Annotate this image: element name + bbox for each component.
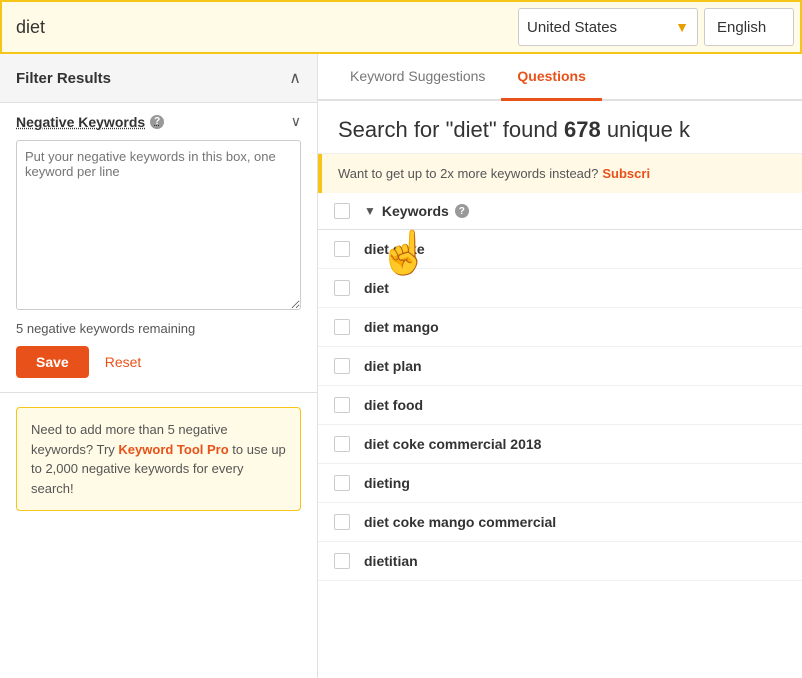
neg-kw-header: Negative Keywords ? ∨ (16, 113, 301, 130)
keyword-cell: dietitian (364, 553, 786, 569)
reset-button[interactable]: Reset (105, 354, 142, 370)
table-row: diet coke ☝️ (318, 230, 802, 269)
row-checkbox[interactable] (334, 358, 350, 374)
row-checkbox[interactable] (334, 319, 350, 335)
row-checkbox[interactable] (334, 397, 350, 413)
sort-icon[interactable]: ▼ (364, 204, 376, 218)
keyword-text: dieting (364, 475, 410, 491)
keyword-cell: diet (364, 280, 786, 296)
sidebar: Filter Results ∧ Negative Keywords ? ∨ 5… (0, 54, 318, 678)
results-text-before: Search for "diet" found (338, 117, 564, 142)
header-checkbox[interactable] (334, 203, 350, 219)
table-row: dieting (318, 464, 802, 503)
neg-kw-help-icon[interactable]: ? (150, 115, 164, 129)
keyword-text: dietitian (364, 553, 418, 569)
row-checkbox-col (334, 553, 364, 569)
row-checkbox[interactable] (334, 475, 350, 491)
keyword-text: diet coke (364, 241, 425, 257)
row-checkbox-col (334, 319, 364, 335)
promo-link[interactable]: Keyword Tool Pro (118, 442, 228, 457)
table-row: diet (318, 269, 802, 308)
subscribe-link[interactable]: Subscri (602, 166, 650, 181)
subscribe-text: Want to get up to 2x more keywords inste… (338, 166, 598, 181)
country-select[interactable]: United States ▼ (518, 8, 698, 46)
keyword-cell: diet mango (364, 319, 786, 335)
keyword-cell: dieting (364, 475, 786, 491)
keyword-cell: diet coke (364, 241, 786, 257)
row-checkbox[interactable] (334, 241, 350, 257)
keywords-header-label: Keywords (382, 203, 449, 219)
search-input[interactable]: diet (8, 13, 512, 42)
keyword-text: diet mango (364, 319, 439, 335)
row-checkbox[interactable] (334, 280, 350, 296)
table-row: dietitian (318, 542, 802, 581)
table-row: diet food (318, 386, 802, 425)
row-checkbox-col (334, 397, 364, 413)
results-count: 678 (564, 117, 601, 142)
row-checkbox[interactable] (334, 553, 350, 569)
row-checkbox-col (334, 280, 364, 296)
main-layout: Filter Results ∧ Negative Keywords ? ∨ 5… (0, 54, 802, 678)
country-label: United States (527, 19, 669, 36)
button-row: Save Reset (16, 346, 301, 378)
table-row: diet mango (318, 308, 802, 347)
row-checkbox[interactable] (334, 514, 350, 530)
promo-box: Need to add more than 5 negative keyword… (16, 407, 301, 511)
table-header-row: ▼ Keywords ? (318, 193, 802, 230)
results-header: Search for "diet" found 678 unique k (318, 101, 802, 154)
row-checkbox[interactable] (334, 436, 350, 452)
table-row: diet coke mango commercial (318, 503, 802, 542)
keyword-cell: diet food (364, 397, 786, 413)
content-area: Keyword Suggestions Questions Search for… (318, 54, 802, 678)
filter-results-title: Filter Results (16, 70, 111, 87)
tab-keyword-suggestions[interactable]: Keyword Suggestions (334, 54, 501, 101)
neg-kw-textarea[interactable] (16, 140, 301, 310)
top-bar: diet United States ▼ English (0, 0, 802, 54)
header-keyword-col: ▼ Keywords ? (364, 203, 786, 219)
keyword-text: diet plan (364, 358, 422, 374)
subscribe-banner: Want to get up to 2x more keywords inste… (318, 154, 802, 193)
keyword-cell: diet coke commercial 2018 (364, 436, 786, 452)
keyword-cell: diet coke mango commercial (364, 514, 786, 530)
table-row: diet plan (318, 347, 802, 386)
header-checkbox-col (334, 203, 364, 219)
filter-results-header[interactable]: Filter Results ∧ (0, 54, 317, 103)
row-checkbox-col (334, 436, 364, 452)
row-checkbox-col (334, 358, 364, 374)
neg-kw-title: Negative Keywords ? (16, 114, 164, 130)
dropdown-arrow-icon: ▼ (675, 19, 689, 35)
tabs-row: Keyword Suggestions Questions (318, 54, 802, 101)
keywords-table: ▼ Keywords ? diet coke ☝️ (318, 193, 802, 678)
tab-questions[interactable]: Questions (501, 54, 601, 101)
table-row: diet coke commercial 2018 (318, 425, 802, 464)
save-button[interactable]: Save (16, 346, 89, 378)
filter-collapse-icon: ∧ (289, 68, 301, 88)
results-text-suffix: unique k (601, 117, 690, 142)
row-checkbox-col (334, 475, 364, 491)
keywords-help-icon[interactable]: ? (455, 204, 469, 218)
row-checkbox-col (334, 241, 364, 257)
language-select[interactable]: English (704, 8, 794, 46)
keyword-text: diet coke commercial 2018 (364, 436, 541, 452)
language-label: English (717, 19, 766, 36)
keyword-cell: diet plan (364, 358, 786, 374)
neg-kw-collapse-icon[interactable]: ∨ (291, 113, 301, 130)
negative-keywords-section: Negative Keywords ? ∨ 5 negative keyword… (0, 103, 317, 393)
keyword-text: diet (364, 280, 393, 296)
row-checkbox-col (334, 514, 364, 530)
keyword-text: diet food (364, 397, 423, 413)
remaining-text: 5 negative keywords remaining (16, 321, 301, 336)
keyword-text: diet coke mango commercial (364, 514, 556, 530)
